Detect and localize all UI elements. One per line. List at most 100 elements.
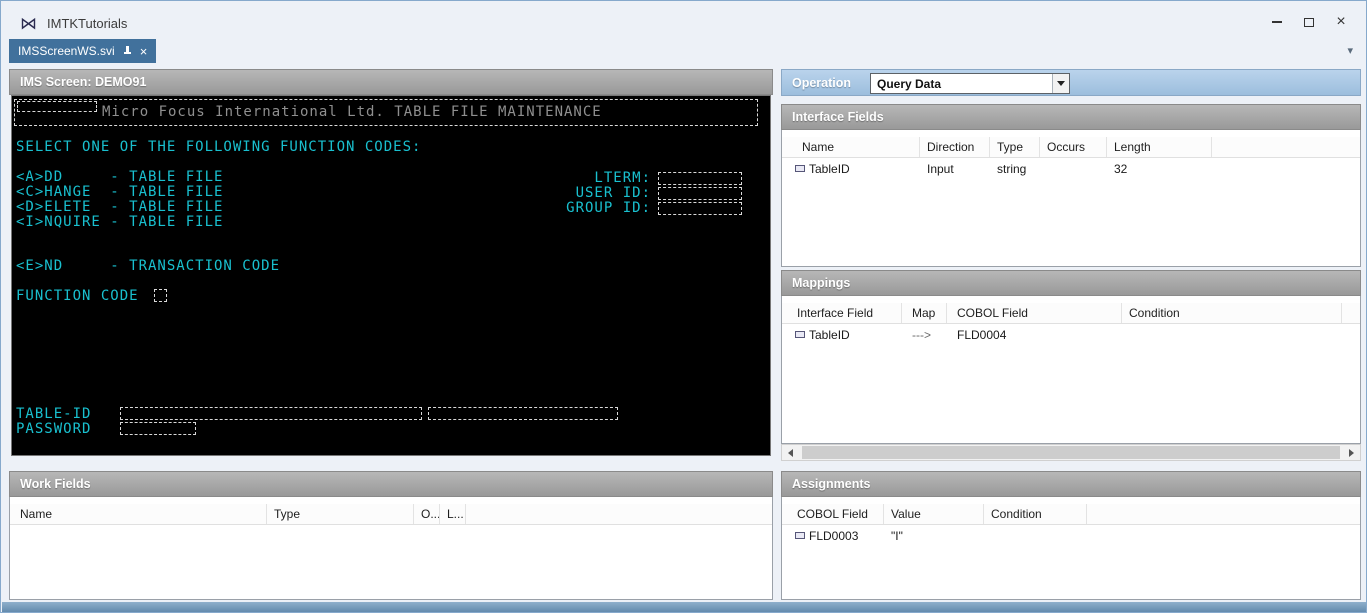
window-controls: × xyxy=(1261,10,1357,34)
column-header-cobol-field[interactable]: COBOL Field xyxy=(947,303,1122,323)
terminal-userid-label: USER ID: xyxy=(575,185,651,201)
scrollbar-thumb[interactable] xyxy=(802,446,1340,459)
terminal-menu-add: <A>DD - TABLE FILE xyxy=(16,169,224,185)
column-header-name[interactable]: Name xyxy=(10,504,267,524)
minimize-button[interactable] xyxy=(1261,10,1293,34)
terminal-lterm-field[interactable] xyxy=(658,171,742,185)
scroll-left-button[interactable] xyxy=(782,445,799,460)
interface-field-name: TableID xyxy=(809,161,850,176)
column-header-value[interactable]: Value xyxy=(884,504,984,524)
app-window: ⋈ IMTKTutorials × IMSScreenWS.svi × ▾ IM… xyxy=(0,0,1367,613)
operation-combobox[interactable]: Query Data xyxy=(870,73,1070,94)
column-header-condition[interactable]: Condition xyxy=(1122,303,1342,323)
mappings-title: Mappings xyxy=(792,276,851,290)
mappings-panel-header: Mappings xyxy=(781,270,1361,296)
titlebar: ⋈ IMTKTutorials × xyxy=(8,8,1361,39)
terminal-groupid-label: GROUP ID: xyxy=(566,200,651,216)
tab-imsscreenws[interactable]: IMSScreenWS.svi × xyxy=(9,39,157,63)
ims-screen-title: IMS Screen: DEMO91 xyxy=(20,75,147,89)
assignment-value: "I" xyxy=(891,528,903,543)
ims-screen-panel-header: IMS Screen: DEMO91 xyxy=(9,69,773,95)
mapping-cobol-field: FLD0004 xyxy=(957,327,1007,342)
terminal-table-id-label: TABLE-ID xyxy=(16,406,92,422)
interface-fields-title: Interface Fields xyxy=(792,110,884,124)
assignments-panel-header: Assignments xyxy=(781,471,1361,497)
column-header-type[interactable]: Type xyxy=(990,137,1040,157)
work-fields-title: Work Fields xyxy=(20,477,91,491)
column-header-name[interactable]: Name xyxy=(782,137,920,157)
arrow-right-icon xyxy=(1349,448,1354,457)
column-header-fill xyxy=(1212,137,1360,157)
column-header-length[interactable]: L... xyxy=(440,504,466,524)
column-header-occurs[interactable]: Occurs xyxy=(1040,137,1107,157)
column-header-fill xyxy=(466,504,772,524)
terminal-password-label: PASSWORD xyxy=(16,421,92,437)
maximize-icon xyxy=(1304,17,1314,27)
tab-label: IMSScreenWS.svi xyxy=(18,44,115,58)
tab-close-icon[interactable]: × xyxy=(140,45,148,58)
terminal-groupid-field[interactable] xyxy=(658,201,742,215)
status-bar xyxy=(2,602,1366,612)
interface-fields-panel-header: Interface Fields xyxy=(781,104,1361,130)
maximize-button[interactable] xyxy=(1293,10,1325,34)
column-header-direction[interactable]: Direction xyxy=(920,137,990,157)
terminal-lterm-row: LTERM: xyxy=(559,170,742,186)
terminal-menu-change: <C>HANGE - TABLE FILE xyxy=(16,184,224,200)
interface-field-row[interactable]: TableID Input string 32 xyxy=(782,158,1360,179)
column-header-fill xyxy=(1342,303,1360,323)
terminal-lterm-label: LTERM: xyxy=(594,170,651,186)
terminal-function-code-field[interactable] xyxy=(154,289,167,302)
field-icon xyxy=(795,165,805,172)
ims-terminal-screen[interactable]: Micro Focus International Ltd. TABLE FIL… xyxy=(11,95,771,456)
terminal-menu-delete: <D>ELETE - TABLE FILE xyxy=(16,199,224,215)
work-fields-column-headers: Name Type O... L... xyxy=(10,504,772,525)
field-icon xyxy=(795,532,805,539)
terminal-banner-text: Micro Focus International Ltd. TABLE FIL… xyxy=(102,104,602,120)
assignment-cobol-field: FLD0003 xyxy=(809,528,859,543)
field-icon xyxy=(795,331,805,338)
terminal-banner-subfield xyxy=(17,101,97,112)
mapping-row[interactable]: TableID ---> FLD0004 xyxy=(782,324,1360,345)
mappings-grid: Interface Field Map COBOL Field Conditio… xyxy=(781,296,1361,444)
terminal-userid-field[interactable] xyxy=(658,186,742,200)
interface-field-length: 32 xyxy=(1114,161,1128,176)
interface-field-direction: Input xyxy=(927,161,954,176)
column-header-type[interactable]: Type xyxy=(267,504,414,524)
operation-bar: Operation Query Data xyxy=(781,69,1361,96)
combobox-dropdown-button[interactable] xyxy=(1052,74,1069,93)
terminal-table-id-field[interactable] xyxy=(120,407,422,420)
terminal-menu-inquire: <I>NQUIRE - TABLE FILE xyxy=(16,214,224,230)
column-header-cobol-field[interactable]: COBOL Field xyxy=(782,504,884,524)
column-header-map[interactable]: Map xyxy=(902,303,947,323)
column-header-condition[interactable]: Condition xyxy=(984,504,1087,524)
tab-overflow-chevron-icon[interactable]: ▾ xyxy=(1347,44,1353,57)
assignments-column-headers: COBOL Field Value Condition xyxy=(782,504,1360,525)
mapping-interface-field: TableID xyxy=(809,327,850,342)
terminal-select-line: SELECT ONE OF THE FOLLOWING FUNCTION COD… xyxy=(16,139,422,155)
terminal-userid-row: USER ID: xyxy=(559,185,742,201)
terminal-password-field[interactable] xyxy=(120,422,196,435)
assignment-row[interactable]: FLD0003 "I" xyxy=(782,525,1360,546)
mapping-arrow: ---> xyxy=(912,327,931,342)
mappings-horizontal-scrollbar[interactable] xyxy=(781,444,1361,461)
column-header-fill xyxy=(1087,504,1360,524)
terminal-function-code-label: FUNCTION CODE xyxy=(16,288,139,304)
column-header-interface-field[interactable]: Interface Field xyxy=(782,303,902,323)
pin-icon[interactable] xyxy=(123,46,132,56)
column-header-occurs[interactable]: O... xyxy=(414,504,440,524)
mappings-column-headers: Interface Field Map COBOL Field Conditio… xyxy=(782,303,1360,324)
column-header-length[interactable]: Length xyxy=(1107,137,1212,157)
work-fields-panel-header: Work Fields xyxy=(9,471,773,497)
arrow-left-icon xyxy=(788,448,793,457)
terminal-table-id-field-2[interactable] xyxy=(428,407,618,420)
interface-fields-grid: Name Direction Type Occurs Length TableI… xyxy=(781,130,1361,267)
chevron-down-icon xyxy=(1057,81,1065,86)
interface-fields-column-headers: Name Direction Type Occurs Length xyxy=(782,137,1360,158)
close-button[interactable]: × xyxy=(1325,10,1357,34)
scroll-right-button[interactable] xyxy=(1343,445,1360,460)
assignments-grid: COBOL Field Value Condition FLD0003 "I" xyxy=(781,497,1361,600)
visual-studio-logo-icon: ⋈ xyxy=(20,14,37,33)
interface-field-type: string xyxy=(997,161,1027,176)
operation-label: Operation xyxy=(792,75,852,90)
terminal-end-line: <E>ND - TRANSACTION CODE xyxy=(16,258,281,274)
